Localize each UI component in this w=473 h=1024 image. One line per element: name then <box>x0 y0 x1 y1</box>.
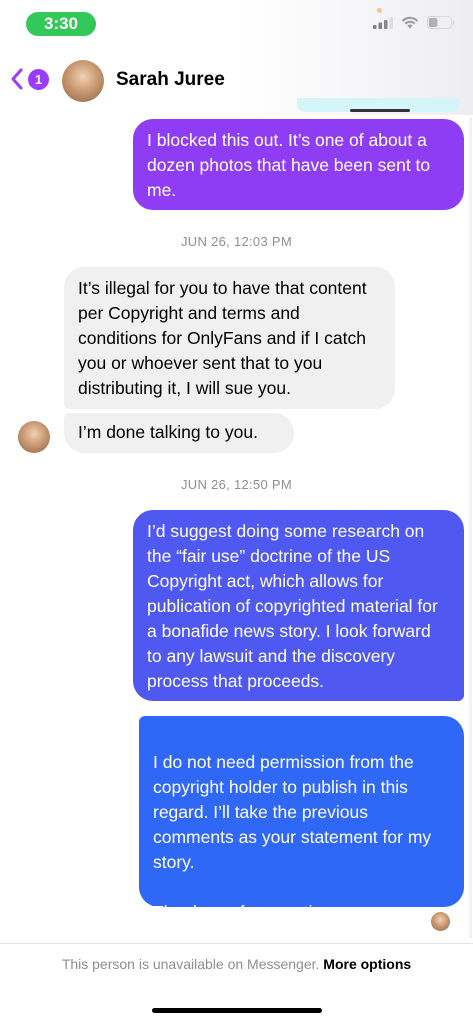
home-indicator[interactable] <box>152 1008 322 1013</box>
more-options-link[interactable]: More options <box>323 956 411 972</box>
message-text: I do not need permission from the copyri… <box>153 752 432 922</box>
conversation-header: 1 Sarah Juree <box>0 55 473 105</box>
message-bubble-incoming[interactable]: I’m done talking to you. <box>64 413 294 453</box>
message-text: It’s illegal for you to have that conten… <box>78 278 367 398</box>
scrollbar[interactable] <box>469 118 472 938</box>
timestamp: JUN 26, 12:50 PM <box>180 477 292 492</box>
shared-media-bar <box>350 109 410 112</box>
seen-receipt-avatar <box>431 912 450 931</box>
message-bubble-outgoing[interactable]: I’d suggest doing some research on the “… <box>133 510 464 701</box>
sender-avatar[interactable] <box>18 421 50 453</box>
unavailable-footer: This person is unavailable on Messenger.… <box>0 956 473 972</box>
message-text: I’m done talking to you. <box>78 422 258 442</box>
message-text: I blocked this out. It’s one of about a … <box>147 130 431 200</box>
unavailable-note: This person is unavailable on Messenger. <box>61 956 320 972</box>
footer-divider <box>0 943 473 944</box>
message-bubble-outgoing[interactable]: I do not need permission from the copyri… <box>139 716 464 922</box>
back-chevron-icon <box>11 68 23 90</box>
contact-avatar[interactable] <box>62 60 104 102</box>
message-text: I’d suggest doing some research on the “… <box>147 521 438 691</box>
message-bubble-outgoing[interactable]: I blocked this out. It’s one of about a … <box>133 119 464 210</box>
message-bubble-incoming[interactable]: It’s illegal for you to have that conten… <box>64 267 395 409</box>
status-time: 3:30 <box>26 12 96 36</box>
contact-name[interactable]: Sarah Juree <box>116 69 225 91</box>
unread-badge: 1 <box>28 68 49 90</box>
back-button[interactable]: 1 <box>10 67 49 91</box>
timestamp: JUN 26, 12:03 PM <box>180 234 292 249</box>
